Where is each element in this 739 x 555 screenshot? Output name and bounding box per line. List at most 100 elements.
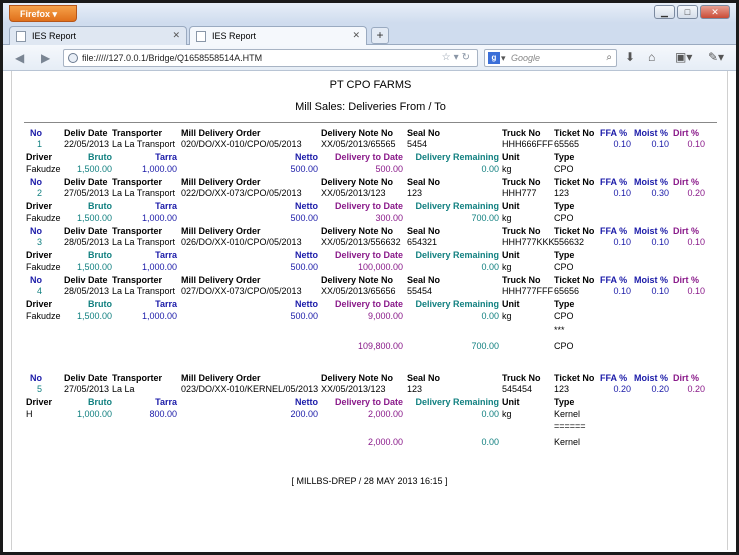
search-box[interactable]: g ▾ Google ⌕ [484,49,617,67]
col-header-no: No [30,128,42,138]
col-header-delivery-remaining: Delivery Remaining [415,201,499,211]
col-header-no: No [30,275,42,285]
addons-icon[interactable]: ▣▾ [675,50,692,64]
url-bar[interactable]: file://///127.0.0.1/Bridge/Q1658558514A.… [63,49,478,67]
record-ffa: 0.10 [613,286,631,296]
col-header-transporter: Transporter [112,177,163,187]
record-delivery-to-date: 500.00 [375,164,403,174]
record-driver: Fakudze [26,164,61,174]
col-header-driver: Driver [26,152,53,162]
back-arrow-icon[interactable]: ◀ [15,51,24,65]
record-moist: 0.20 [651,384,669,394]
col-header-ticket-no: Ticket No [554,373,595,383]
record-deliv-date: 27/05/2013 [64,188,110,198]
record-unit: kg [502,213,512,223]
col-header-deliv-date: Deliv Date [64,226,108,236]
close-tab-icon[interactable]: ✕ [352,30,360,41]
tab-ies-report-2[interactable]: IES Report ✕ [189,26,367,45]
col-header-tarra: Tarra [155,250,177,260]
col-header-netto: Netto [295,299,318,309]
col-header-no: No [30,226,42,236]
record-delivery-to-date: 9,000.00 [367,311,403,321]
record-delivery-to-date: 300.00 [375,213,403,223]
download-icon[interactable]: ⬇ [625,50,635,64]
record-moist: 0.10 [651,237,669,247]
col-header-type: Type [554,201,575,211]
col-header-type: Type [554,152,575,162]
col-header-ffa: FFA % [600,226,628,236]
record-ffa: 0.10 [613,139,631,149]
col-header-seal-no: Seal No [407,275,441,285]
tab-ies-report-1[interactable]: IES Report ✕ [9,26,187,45]
col-header-moist: Moist % [634,177,669,187]
col-header-type: Type [554,397,575,407]
close-tab-icon[interactable]: ✕ [172,30,180,41]
record-delivery-remaining: 0.00 [481,164,499,174]
col-header-dirt: Dirt % [673,275,700,285]
globe-icon [68,53,78,63]
minimize-button[interactable]: ▁ [654,5,675,19]
record-transporter: La La Transport [112,188,176,198]
record-driver: Fakudze [26,213,61,223]
record-no: 2 [36,188,42,198]
record-moist: 0.10 [651,286,669,296]
col-header-mill-delivery-order: Mill Delivery Order [181,177,261,187]
col-header-dirt: Dirt % [673,226,700,236]
firefox-menu-button[interactable]: Firefox ▾ [9,5,77,22]
record-mill-delivery-order: 026/DO/XX-010/CPO/05/2013 [181,237,302,247]
magnifier-icon[interactable]: ⌕ [606,52,612,63]
new-tab-button[interactable]: + [371,27,389,44]
col-header-moist: Moist % [634,373,669,383]
col-header-truck-no: Truck No [502,275,541,285]
col-header-ticket-no: Ticket No [554,275,595,285]
col-header-deliv-date: Deliv Date [64,373,108,383]
record-ticket-no: 556632 [554,237,585,247]
tab-strip: IES Report ✕ IES Report ✕ + [3,23,736,45]
col-header-delivery-to-date: Delivery to Date [334,299,403,309]
record-seal-no: 654321 [407,237,438,247]
record-netto: 200.00 [290,409,318,419]
col-header-truck-no: Truck No [502,373,541,383]
col-header-mill-delivery-order: Mill Delivery Order [181,128,261,138]
forward-arrow-icon[interactable]: ▶ [41,51,50,65]
record-dirt: 0.20 [687,188,705,198]
record-type: Kernel [554,409,581,419]
record-moist: 0.10 [651,139,669,149]
col-header-ffa: FFA % [600,177,628,187]
col-header-delivery-remaining: Delivery Remaining [415,250,499,260]
col-header-delivery-remaining: Delivery Remaining [415,397,499,407]
tools-icon[interactable]: ✎▾ [708,50,724,64]
home-icon[interactable]: ⌂ [648,50,655,64]
close-window-button[interactable]: ✕ [700,5,730,19]
record-bruto: 1,500.00 [76,311,112,321]
col-header-delivery-to-date: Delivery to Date [334,250,403,260]
col-header-ticket-no: Ticket No [554,128,595,138]
record-mill-delivery-order: 020/DO/XX-010/CPO/05/2013 [181,139,302,149]
record-delivery-to-date: 2,000.00 [367,409,403,419]
record-truck-no: 545454 [502,384,533,394]
record-no: 3 [36,237,42,247]
record-delivery-to-date: 100,000.00 [357,262,403,272]
col-header-deliv-date: Deliv Date [64,177,108,187]
record-mill-delivery-order: 022/DO/XX-073/CPO/05/2013 [181,188,302,198]
col-header-delivery-remaining: Delivery Remaining [415,152,499,162]
col-header-moist: Moist % [634,128,669,138]
col-header-transporter: Transporter [112,226,163,236]
record-mill-delivery-order: 027/DO/XX-073/CPO/05/2013 [181,286,302,296]
record-delivery-note-no: XX/05/2013/65565 [321,139,396,149]
maximize-button[interactable]: □ [677,5,698,19]
bookmark-star-icon[interactable]: ☆▾↻ [442,52,473,63]
record-tarra: 1,000.00 [141,262,177,272]
col-header-moist: Moist % [634,226,669,236]
record-no: 1 [36,139,42,149]
google-icon[interactable]: g [488,52,500,64]
col-header-netto: Netto [295,397,318,407]
col-header-delivery-to-date: Delivery to Date [334,152,403,162]
record-seal-no: 55454 [407,286,433,296]
firefox-menu-label: Firefox [20,9,51,19]
record-ffa: 0.10 [613,237,631,247]
col-header-delivery-note-no: Delivery Note No [321,275,394,285]
record-type: CPO [554,164,574,174]
record-deliv-date: 28/05/2013 [64,286,110,296]
col-header-dirt: Dirt % [673,373,700,383]
